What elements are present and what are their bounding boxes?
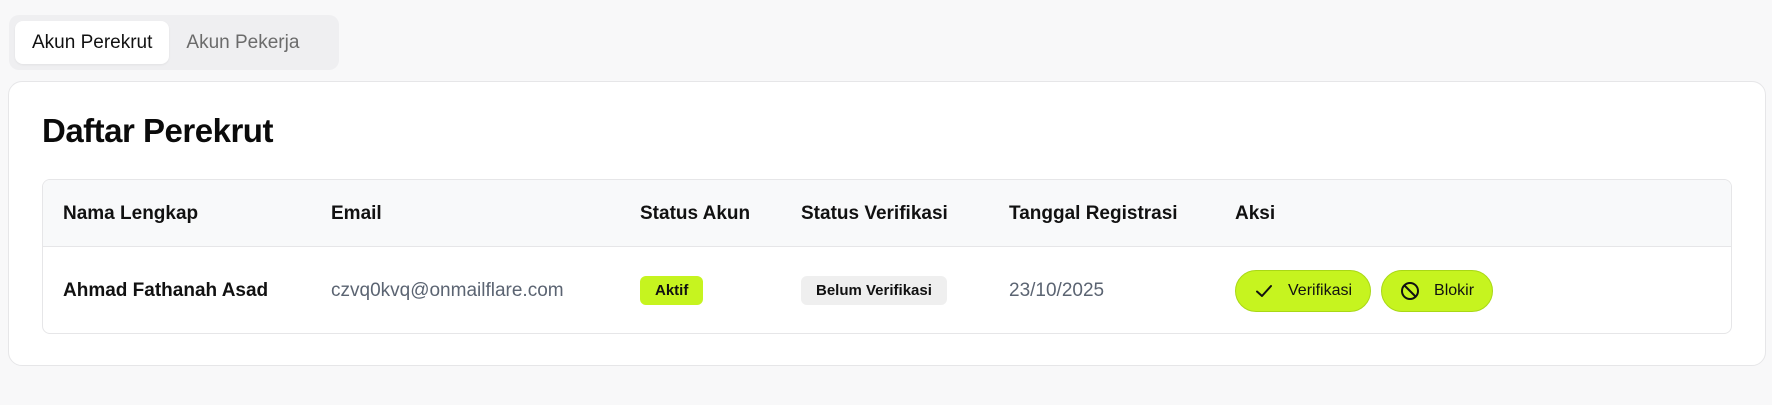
verification-badge: Belum Verifikasi <box>801 276 947 305</box>
header-account-status: Status Akun <box>640 202 751 224</box>
block-button[interactable]: Blokir <box>1381 269 1494 312</box>
actions-cell: Verifikasi Blokir <box>1235 247 1494 333</box>
row-name: Ahmad Fathanah Asad <box>63 279 269 301</box>
recruiter-table: Nama Lengkap Email Status Akun Status Ve… <box>42 179 1732 334</box>
row-email: czvq0kvq@onmailflare.com <box>331 279 564 301</box>
ban-icon <box>1401 281 1420 300</box>
check-icon <box>1256 284 1272 297</box>
header-email: Email <box>331 202 382 224</box>
recruiter-list-card: Daftar Perekrut Nama Lengkap Email Statu… <box>8 81 1766 366</box>
verify-button-label: Verifikasi <box>1288 281 1353 299</box>
account-tabs: Akun Perekrut Akun Pekerja <box>9 15 339 70</box>
tab-akun-perekrut[interactable]: Akun Perekrut <box>15 21 170 64</box>
table-row: Ahmad Fathanah Asad czvq0kvq@onmailflare… <box>43 247 1731 333</box>
page-title: Daftar Perekrut <box>42 112 273 149</box>
verify-button[interactable]: Verifikasi <box>1235 269 1372 312</box>
status-badge-active: Aktif <box>640 276 704 305</box>
verification-status-cell: Belum Verifikasi <box>801 247 947 333</box>
header-name: Nama Lengkap <box>63 202 199 224</box>
account-status-cell: Aktif <box>640 247 704 333</box>
header-registration-date: Tanggal Registrasi <box>1009 202 1178 224</box>
header-verification-status: Status Verifikasi <box>801 202 948 224</box>
row-registration-date: 23/10/2025 <box>1009 279 1105 301</box>
tab-akun-pekerja[interactable]: Akun Pekerja <box>169 21 316 64</box>
header-actions: Aksi <box>1235 202 1276 224</box>
table-header: Nama Lengkap Email Status Akun Status Ve… <box>43 180 1731 247</box>
block-button-label: Blokir <box>1434 281 1475 299</box>
